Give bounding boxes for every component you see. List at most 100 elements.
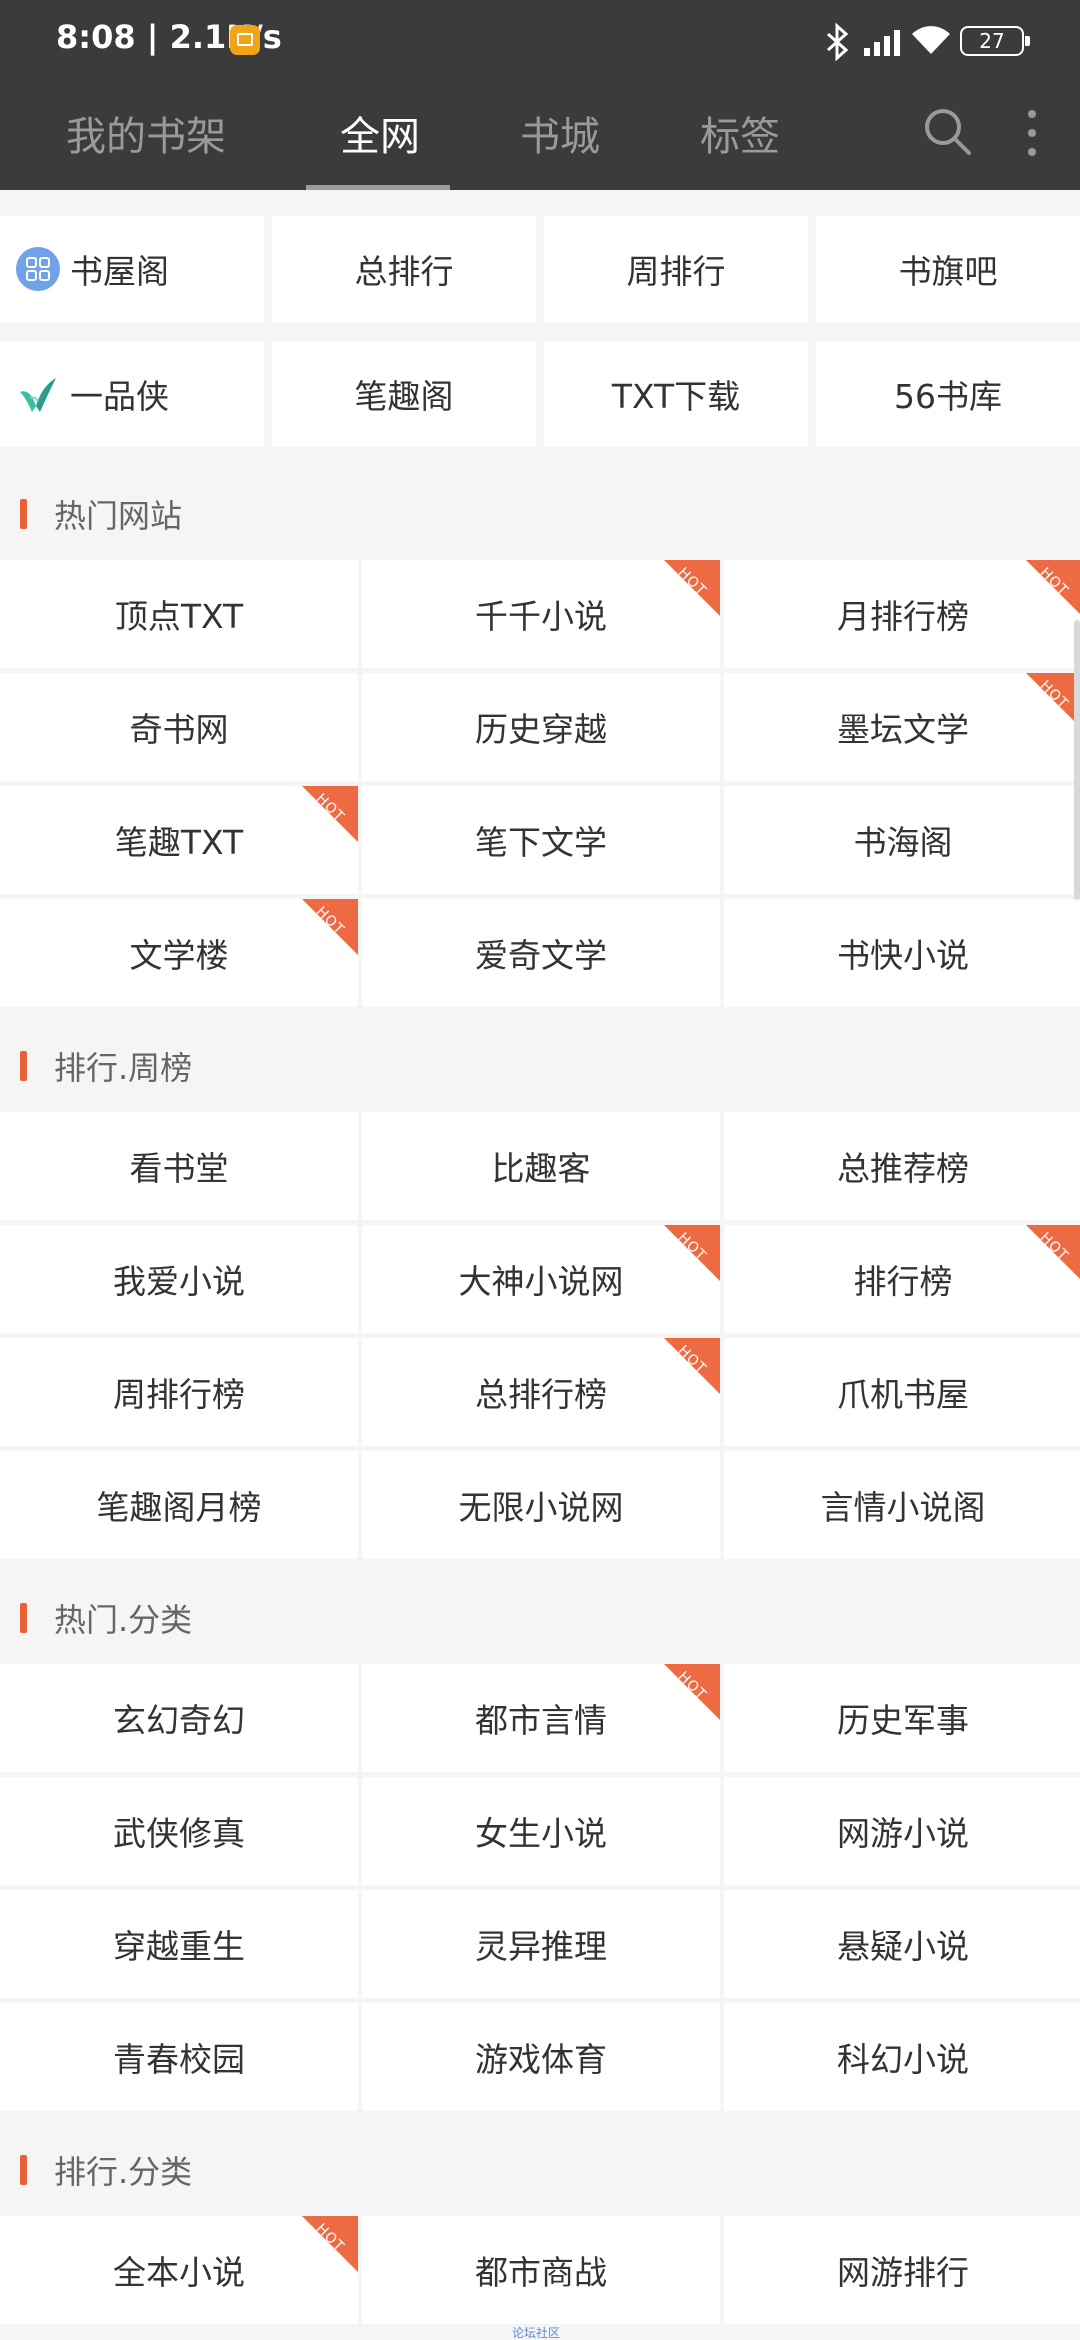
- site-link[interactable]: 历史穿越: [362, 673, 720, 781]
- hot-badge: HOT: [664, 1225, 720, 1281]
- section-header: 排行.周榜: [0, 1014, 1080, 1112]
- notification-app-icon: [230, 25, 260, 55]
- site-link[interactable]: 顶点TXT: [0, 560, 358, 668]
- site-link-label: 奇书网: [129, 710, 229, 749]
- site-link[interactable]: 总推荐榜: [724, 1112, 1080, 1220]
- site-link[interactable]: 爪机书屋: [724, 1338, 1080, 1446]
- site-link[interactable]: 奇书网: [0, 673, 358, 781]
- site-link[interactable]: 青春校园: [0, 2003, 358, 2111]
- quick-link[interactable]: 56书库: [816, 341, 1080, 447]
- tab-all-web[interactable]: 全网: [340, 104, 420, 162]
- site-link[interactable]: 武侠修真: [0, 1777, 358, 1885]
- hot-badge-label: HOT: [312, 790, 348, 826]
- active-tab-indicator: [306, 185, 450, 190]
- site-link-label: 书海阁: [853, 823, 953, 862]
- site-link[interactable]: 文学楼 HOT: [0, 899, 358, 1007]
- main-tabs: 我的书架 全网 书城 标签: [0, 96, 1080, 190]
- site-link[interactable]: 笔趣阁月榜: [0, 1451, 358, 1559]
- site-link[interactable]: 书海阁: [724, 786, 1080, 894]
- site-link[interactable]: 我爱小说: [0, 1225, 358, 1333]
- wifi-icon: [912, 26, 950, 54]
- hot-badge: HOT: [1026, 1225, 1080, 1281]
- site-link[interactable]: 笔趣TXT HOT: [0, 786, 358, 894]
- tab-bookshelf[interactable]: 我的书架: [66, 104, 226, 162]
- site-link[interactable]: 历史军事: [724, 1664, 1080, 1772]
- hot-badge-label: HOT: [1036, 1229, 1072, 1265]
- site-link-label: 我爱小说: [113, 1262, 245, 1301]
- site-link[interactable]: 周排行榜: [0, 1338, 358, 1446]
- site-link[interactable]: 墨坛文学 HOT: [724, 673, 1080, 781]
- site-link-label: 总排行榜: [475, 1375, 607, 1414]
- site-link[interactable]: 都市商战: [362, 2216, 720, 2324]
- site-link[interactable]: 悬疑小说: [724, 1890, 1080, 1998]
- site-link-label: 穿越重生: [113, 1927, 245, 1966]
- hot-badge-label: HOT: [312, 2220, 348, 2256]
- site-link-label: 周排行榜: [113, 1375, 245, 1414]
- quick-link[interactable]: 总排行: [272, 216, 536, 322]
- site-link-label: 言情小说阁: [820, 1488, 986, 1527]
- site-link-label: 比趣客: [491, 1149, 591, 1188]
- app-root: 8:08 | 2.1K/s 27 我的书架 全网 书城 标签 书屋阁 总排行 周…: [0, 0, 1080, 2340]
- quick-link[interactable]: 书屋阁: [0, 216, 264, 322]
- site-link[interactable]: 全本小说 HOT: [0, 2216, 358, 2324]
- site-link[interactable]: 穿越重生: [0, 1890, 358, 1998]
- site-link[interactable]: 网游小说: [724, 1777, 1080, 1885]
- site-link[interactable]: 科幻小说: [724, 2003, 1080, 2111]
- section-title: 排行.周榜: [54, 1049, 193, 1087]
- section-title: 热门.分类: [54, 1601, 193, 1639]
- site-link[interactable]: 月排行榜 HOT: [724, 560, 1080, 668]
- tab-tags[interactable]: 标签: [700, 104, 780, 162]
- site-link[interactable]: 都市言情 HOT: [362, 1664, 720, 1772]
- site-link[interactable]: 书快小说: [724, 899, 1080, 1007]
- site-link[interactable]: 比趣客: [362, 1112, 720, 1220]
- quick-link-label: 书屋阁: [70, 252, 169, 291]
- site-link[interactable]: 玄幻奇幻: [0, 1664, 358, 1772]
- site-link[interactable]: 千千小说 HOT: [362, 560, 720, 668]
- quick-link[interactable]: 一品侠: [0, 341, 264, 447]
- site-link-label: 玄幻奇幻: [113, 1701, 245, 1740]
- hot-badge-label: HOT: [1036, 677, 1072, 713]
- hot-badge-label: HOT: [674, 1342, 710, 1378]
- shuwuge-logo-icon: [16, 247, 60, 291]
- site-link-label: 科幻小说: [837, 2040, 969, 2079]
- site-link[interactable]: 游戏体育: [362, 2003, 720, 2111]
- site-link[interactable]: 言情小说阁: [724, 1451, 1080, 1559]
- site-link-label: 大神小说网: [458, 1262, 624, 1301]
- site-link-label: 游戏体育: [475, 2040, 607, 2079]
- quick-link-label: TXT下载: [611, 377, 741, 416]
- site-link[interactable]: 女生小说: [362, 1777, 720, 1885]
- more-menu-icon[interactable]: [1020, 106, 1044, 160]
- section-title: 排行.分类: [54, 2153, 193, 2191]
- site-link[interactable]: 排行榜 HOT: [724, 1225, 1080, 1333]
- battery-indicator: 27: [960, 26, 1030, 56]
- hot-badge-label: HOT: [674, 564, 710, 600]
- quick-link[interactable]: 周排行: [544, 216, 808, 322]
- site-link[interactable]: 大神小说网 HOT: [362, 1225, 720, 1333]
- site-link-label: 网游排行: [837, 2253, 969, 2292]
- section-header: 排行.分类: [0, 2118, 1080, 2216]
- quick-link[interactable]: 笔趣阁: [272, 341, 536, 447]
- section-title: 热门网站: [54, 497, 183, 535]
- site-link[interactable]: 爱奇文学: [362, 899, 720, 1007]
- quick-link-label: 书旗吧: [898, 252, 998, 291]
- search-icon[interactable]: [922, 106, 972, 156]
- quick-link-label: 总排行: [354, 252, 454, 291]
- hot-badge: HOT: [302, 2216, 358, 2272]
- site-link[interactable]: 无限小说网: [362, 1451, 720, 1559]
- tab-bookstore[interactable]: 书城: [520, 104, 600, 162]
- site-link[interactable]: 看书堂: [0, 1112, 358, 1220]
- site-link-label: 青春校园: [113, 2040, 245, 2079]
- site-link-label: 书快小说: [837, 936, 969, 975]
- quick-link[interactable]: TXT下载: [544, 341, 808, 447]
- quick-link-label: 一品侠: [70, 377, 169, 416]
- quick-link-label: 笔趣阁: [354, 377, 454, 416]
- scrollbar-thumb[interactable]: [1074, 620, 1080, 900]
- quick-link-label: 周排行: [626, 252, 726, 291]
- site-link[interactable]: 总排行榜 HOT: [362, 1338, 720, 1446]
- site-link-label: 悬疑小说: [837, 1927, 969, 1966]
- site-link[interactable]: 灵异推理: [362, 1890, 720, 1998]
- site-link[interactable]: 网游排行: [724, 2216, 1080, 2324]
- quick-link[interactable]: 书旗吧: [816, 216, 1080, 322]
- hot-badge: HOT: [664, 1338, 720, 1394]
- site-link[interactable]: 笔下文学: [362, 786, 720, 894]
